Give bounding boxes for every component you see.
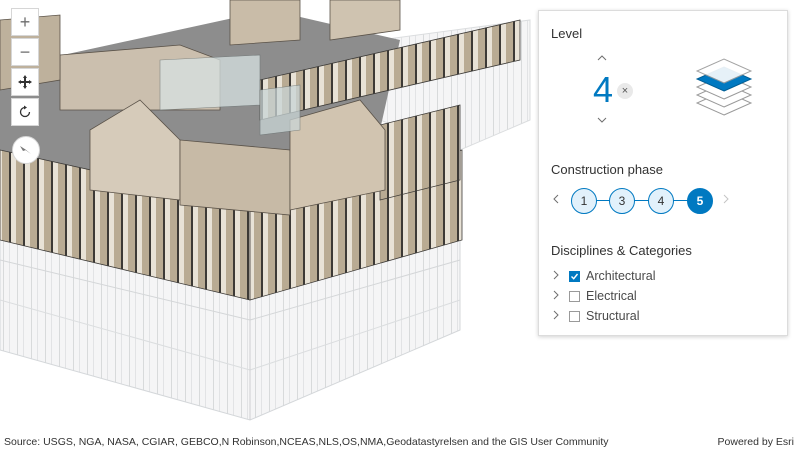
chevron-right-icon[interactable] xyxy=(553,290,565,303)
attribution-source[interactable]: Source: USGS, NGA, NASA, CGIAR, GEBCO,N … xyxy=(4,436,609,448)
level-title: Level xyxy=(551,26,583,41)
discipline-item-electrical[interactable]: Electrical xyxy=(553,286,773,306)
architectural-checkbox[interactable] xyxy=(569,270,580,282)
level-value: 4 xyxy=(593,69,614,110)
phase-1-button[interactable]: 1 xyxy=(571,188,597,214)
structural-checkbox[interactable] xyxy=(569,310,580,322)
construction-phase-title: Construction phase xyxy=(551,162,664,177)
zoom-in-icon: + xyxy=(19,11,31,32)
attribution-bar: Source: USGS, NGA, NASA, CGIAR, GEBCO,N … xyxy=(0,432,800,450)
rotate-icon xyxy=(19,105,31,118)
phase-connector xyxy=(584,200,704,201)
phase-5-label: 5 xyxy=(696,194,704,208)
chevron-right-icon[interactable] xyxy=(553,270,565,283)
phase-next-chevron-icon[interactable] xyxy=(723,193,729,207)
discipline-label: Architectural xyxy=(586,269,656,283)
zoom-out-button[interactable]: − xyxy=(11,38,39,66)
zoom-out-icon: − xyxy=(19,41,31,62)
navigation-toolbar: + − xyxy=(11,8,41,128)
phase-3-label: 3 xyxy=(618,194,626,208)
disciplines-list: Architectural Electrical Structural xyxy=(553,266,773,326)
level-stack-icon[interactable] xyxy=(689,55,759,127)
phase-4-label: 4 xyxy=(657,194,665,208)
phase-prev-chevron-icon[interactable] xyxy=(553,193,559,207)
discipline-label: Electrical xyxy=(586,289,637,303)
zoom-in-button[interactable]: + xyxy=(11,8,39,36)
building-explorer-panel: Level 4 × Construction phase 1 3 4 5 Dis… xyxy=(538,10,788,336)
discipline-label: Structural xyxy=(586,309,640,323)
disciplines-title: Disciplines & Categories xyxy=(551,243,692,258)
phase-1-label: 1 xyxy=(580,194,588,208)
phase-3-button[interactable]: 3 xyxy=(609,188,635,214)
level-down-chevron-icon[interactable] xyxy=(597,115,607,126)
phase-4-button[interactable]: 4 xyxy=(648,188,674,214)
discipline-item-architectural[interactable]: Architectural xyxy=(553,266,773,286)
discipline-item-structural[interactable]: Structural xyxy=(553,306,773,326)
phase-stepper: 1 3 4 5 xyxy=(551,186,777,216)
compass-icon xyxy=(20,146,31,154)
level-up-chevron-icon[interactable] xyxy=(597,53,607,64)
pan-icon xyxy=(18,75,32,89)
rotate-button[interactable] xyxy=(11,98,39,126)
powered-by-esri[interactable]: Powered by Esri xyxy=(718,436,794,448)
phase-5-button[interactable]: 5 xyxy=(687,188,713,214)
pan-button[interactable] xyxy=(11,68,39,96)
electrical-checkbox[interactable] xyxy=(569,290,580,302)
level-clear-button[interactable]: × xyxy=(617,83,633,99)
chevron-right-icon[interactable] xyxy=(553,310,565,323)
compass-button[interactable] xyxy=(12,136,40,164)
